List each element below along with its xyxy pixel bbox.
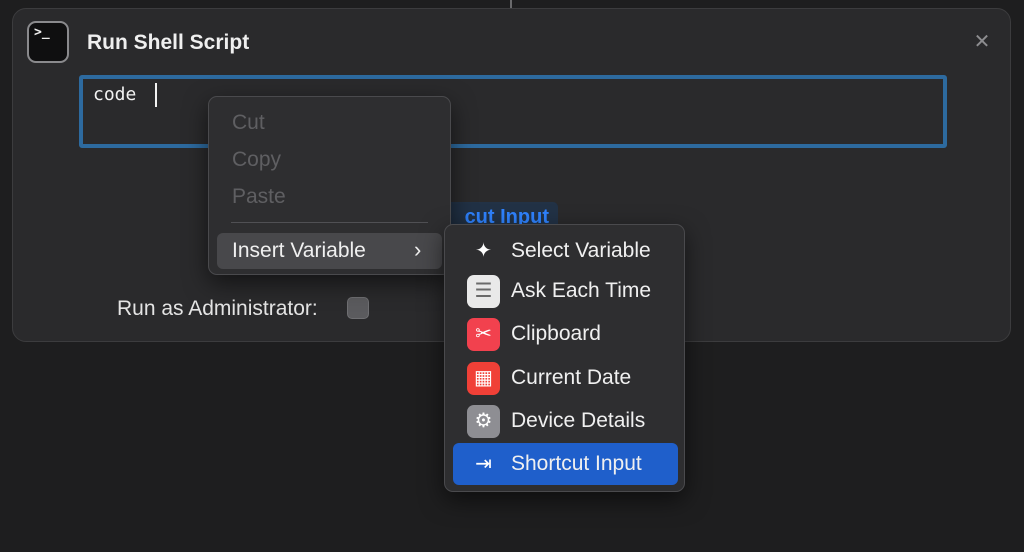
menu-item-copy[interactable]: Copy <box>232 148 281 172</box>
calendar-icon: ▦ <box>467 362 500 395</box>
submenu-item-select-variable[interactable]: ✦ Select Variable <box>453 230 678 272</box>
submenu-item-clipboard[interactable]: ✂ Clipboard <box>453 313 678 355</box>
menu-item-cut[interactable]: Cut <box>232 111 265 135</box>
insert-variable-label: Insert Variable <box>232 239 366 262</box>
submenu-item-label: Current Date <box>511 366 632 389</box>
context-menu: Cut Copy Paste Insert Variable › <box>208 96 451 275</box>
submenu-item-ask-each-time[interactable]: ☰ Ask Each Time <box>453 270 678 312</box>
run-as-admin-checkbox[interactable] <box>347 297 369 319</box>
submenu-item-label: Shortcut Input <box>511 452 642 475</box>
speech-bubble-icon: ☰ <box>467 275 500 308</box>
submenu-item-label: Select Variable <box>511 239 651 262</box>
script-text: code <box>93 84 137 105</box>
submenu-item-current-date[interactable]: ▦ Current Date <box>453 357 678 399</box>
submenu-item-device-details[interactable]: ⚙ Device Details <box>453 400 678 442</box>
terminal-icon: >_ <box>27 21 69 63</box>
submenu-item-shortcut-input[interactable]: ⇥ Shortcut Input <box>453 443 678 485</box>
chevron-right-icon: › <box>414 237 422 262</box>
submenu-item-label: Ask Each Time <box>511 279 652 302</box>
text-caret <box>155 83 157 107</box>
input-arrow-icon: ⇥ <box>475 453 492 475</box>
insert-variable-submenu: ✦ Select Variable ☰ Ask Each Time ✂ Clip… <box>444 224 685 492</box>
menu-item-insert-variable[interactable]: Insert Variable › <box>217 233 442 269</box>
menu-item-paste[interactable]: Paste <box>232 185 286 209</box>
run-as-admin-label: Run as Administrator: <box>117 297 318 320</box>
magic-wand-icon: ✦ <box>475 240 492 262</box>
submenu-item-label: Clipboard <box>511 322 601 345</box>
action-title: Run Shell Script <box>87 31 250 54</box>
scissors-icon: ✂ <box>467 318 500 351</box>
menu-separator <box>231 222 428 223</box>
gear-icon: ⚙ <box>467 405 500 438</box>
close-icon[interactable]: ✕ <box>973 32 991 52</box>
submenu-item-label: Device Details <box>511 409 646 432</box>
top-divider <box>510 0 512 8</box>
